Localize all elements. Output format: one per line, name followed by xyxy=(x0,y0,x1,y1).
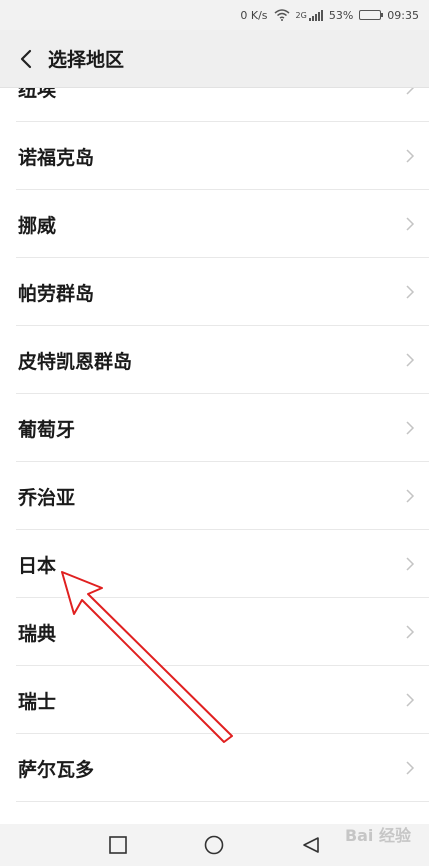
status-bar: 0 K/s 2G 53% 09:35 xyxy=(0,0,429,30)
region-label: 日本 xyxy=(18,554,57,577)
back-button[interactable] xyxy=(14,44,38,74)
chevron-right-icon xyxy=(406,421,415,435)
list-item[interactable]: 纽埃 xyxy=(0,88,429,122)
chevron-right-icon xyxy=(406,217,415,231)
list-item[interactable]: 葡萄牙 xyxy=(0,394,429,462)
chevron-right-icon xyxy=(406,625,415,639)
region-label: 瑞典 xyxy=(18,622,57,645)
nav-back-button[interactable] xyxy=(291,825,331,865)
list-item[interactable]: 瑞典 xyxy=(0,598,429,666)
header: 选择地区 xyxy=(0,30,429,88)
chevron-right-icon xyxy=(406,285,415,299)
chevron-left-icon xyxy=(20,49,32,68)
triangle-back-icon xyxy=(303,837,319,853)
navigation-bar xyxy=(0,824,429,866)
region-label: 瑞士 xyxy=(18,690,57,713)
recent-apps-button[interactable] xyxy=(98,825,138,865)
network-type: 2G xyxy=(295,10,307,20)
divider xyxy=(16,801,429,802)
chevron-right-icon xyxy=(406,693,415,707)
list-item[interactable]: 日本 xyxy=(0,530,429,598)
battery-icon xyxy=(359,10,384,20)
region-label: 萨尔瓦多 xyxy=(18,758,95,781)
list-item[interactable]: 皮特凯恩群岛 xyxy=(0,326,429,394)
circle-icon xyxy=(205,835,224,855)
chevron-right-icon xyxy=(406,88,415,95)
region-list[interactable]: 纽埃 诺福克岛 挪威 帕劳群岛 皮特凯恩群岛 葡萄牙 乔治亚 日本 瑞典 瑞士 … xyxy=(0,88,429,824)
chevron-right-icon xyxy=(406,489,415,503)
region-label: 葡萄牙 xyxy=(18,418,76,441)
list-item[interactable]: 挪威 xyxy=(0,190,429,258)
square-icon xyxy=(109,836,127,854)
wifi-icon xyxy=(274,9,290,21)
signal-icon xyxy=(308,9,323,21)
home-button[interactable] xyxy=(194,825,234,865)
list-item[interactable]: 萨尔瓦多 xyxy=(0,734,429,802)
list-item[interactable]: 乔治亚 xyxy=(0,462,429,530)
list-item[interactable]: 诺福克岛 xyxy=(0,122,429,190)
chevron-right-icon xyxy=(406,557,415,571)
region-label: 乔治亚 xyxy=(18,486,76,509)
chevron-right-icon xyxy=(406,761,415,775)
chevron-right-icon xyxy=(406,149,415,163)
clock: 09:35 xyxy=(387,8,419,22)
list-item[interactable]: 帕劳群岛 xyxy=(0,258,429,326)
region-label: 帕劳群岛 xyxy=(18,282,95,305)
list-item[interactable]: 瑞士 xyxy=(0,666,429,734)
region-label: 皮特凯恩群岛 xyxy=(18,350,133,373)
page-title: 选择地区 xyxy=(48,49,125,71)
battery-percent: 53% xyxy=(328,8,354,22)
network-speed: 0 K/s xyxy=(240,8,268,22)
region-label: 挪威 xyxy=(18,214,57,237)
chevron-right-icon xyxy=(406,353,415,367)
region-label: 纽埃 xyxy=(18,88,57,101)
region-label: 诺福克岛 xyxy=(18,146,95,169)
